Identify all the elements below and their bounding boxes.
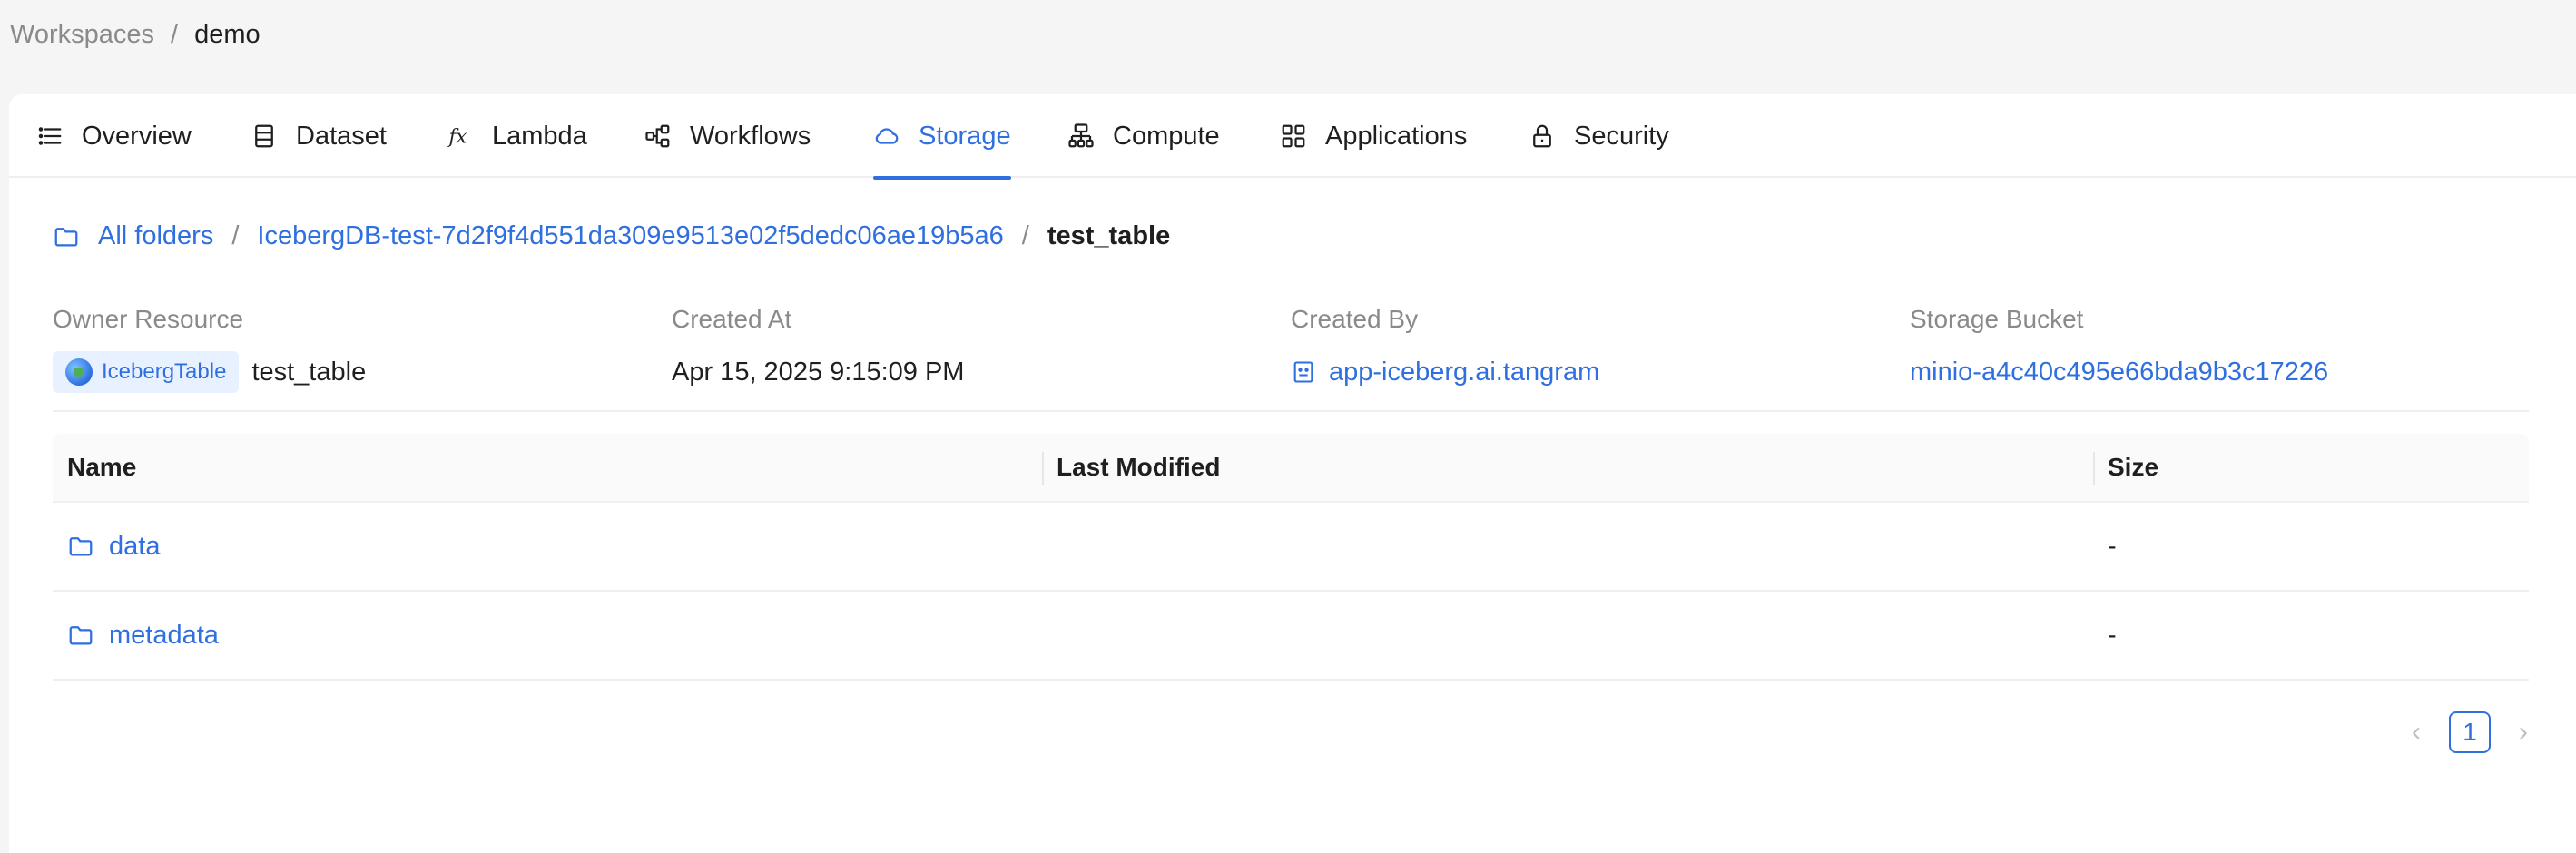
row-last-modified bbox=[1042, 503, 2093, 590]
column-header-name[interactable]: Name bbox=[53, 434, 1042, 501]
tab-label: Lambda bbox=[492, 121, 587, 151]
parent-folder-link[interactable]: IcebergDB-test-7d2f9f4d551da309e9513e02f… bbox=[257, 221, 1003, 251]
section-divider bbox=[53, 410, 2529, 412]
current-folder: test_table bbox=[1047, 221, 1171, 250]
tab-workflows[interactable]: Workflows bbox=[644, 94, 811, 178]
table-row: data - bbox=[53, 503, 2529, 592]
resource-type-label: IcebergTable bbox=[102, 359, 227, 384]
created-by-link[interactable]: app-iceberg.ai.tangram bbox=[1291, 350, 1599, 394]
row-name: metadata bbox=[109, 620, 219, 650]
folder-path-breadcrumb: All folders / IcebergDB-test-7d2f9f4d551… bbox=[53, 221, 1170, 251]
row-size: - bbox=[2108, 620, 2117, 650]
created-at-value: Apr 15, 2025 9:15:09 PM bbox=[672, 357, 965, 387]
created-by-label: Created By bbox=[1291, 305, 1419, 333]
tab-overview[interactable]: Overview bbox=[36, 94, 192, 178]
folder-link-metadata[interactable]: metadata bbox=[53, 592, 1042, 679]
prev-page-button[interactable]: ‹ bbox=[2404, 717, 2429, 747]
next-page-button[interactable]: › bbox=[2511, 717, 2536, 747]
owner-resource-value: test_table bbox=[251, 357, 367, 387]
resource-type-tag: IcebergTable bbox=[53, 351, 240, 393]
files-table: Name Last Modified Size data - metadata bbox=[53, 434, 2529, 681]
path-separator: / bbox=[231, 221, 240, 250]
tab-label: Workflows bbox=[690, 121, 811, 151]
tab-label: Security bbox=[1574, 121, 1669, 151]
tab-applications[interactable]: Applications bbox=[1280, 94, 1467, 178]
all-folders-link[interactable]: All folders bbox=[98, 221, 213, 251]
tab-storage[interactable]: Storage bbox=[873, 94, 1011, 180]
tab-bar: Overview Dataset fx Lambda Workflows Sto… bbox=[9, 94, 2576, 180]
tab-lambda[interactable]: fx Lambda bbox=[447, 94, 587, 178]
globe-icon bbox=[65, 358, 93, 386]
column-header-last-modified[interactable]: Last Modified bbox=[1042, 434, 2093, 501]
created-at-field: Created At Apr 15, 2025 9:15:09 PM bbox=[672, 303, 964, 394]
svg-text:fx: fx bbox=[447, 126, 467, 149]
robot-icon bbox=[1293, 361, 1313, 383]
breadcrumb-separator: / bbox=[171, 20, 179, 49]
tab-label: Overview bbox=[82, 121, 192, 151]
fx-icon: fx bbox=[447, 126, 467, 149]
folder-icon bbox=[54, 227, 78, 246]
tab-security[interactable]: Security bbox=[1529, 94, 1669, 178]
tab-label: Compute bbox=[1113, 121, 1220, 151]
workflow-icon bbox=[645, 124, 670, 148]
storage-bucket-label: Storage Bucket bbox=[1910, 305, 2084, 333]
compute-icon bbox=[1068, 123, 1094, 148]
workspace-panel: Overview Dataset fx Lambda Workflows Sto… bbox=[9, 94, 2576, 853]
storage-bucket-field: Storage Bucket minio-a4c40c495e66bda9b3c… bbox=[1910, 303, 2328, 394]
pagination: ‹ 1 › bbox=[2404, 711, 2536, 753]
breadcrumb-workspaces-link[interactable]: Workspaces bbox=[10, 20, 154, 50]
row-name: data bbox=[109, 531, 161, 561]
column-header-size[interactable]: Size bbox=[2093, 434, 2529, 501]
folder-link-data[interactable]: data bbox=[53, 503, 1042, 590]
tab-label: Dataset bbox=[296, 121, 387, 151]
tab-dataset[interactable]: Dataset bbox=[251, 94, 387, 178]
lock-icon bbox=[1533, 124, 1551, 148]
breadcrumb-current: demo bbox=[194, 20, 261, 49]
created-at-label: Created At bbox=[672, 305, 792, 333]
tab-label: Applications bbox=[1325, 121, 1468, 151]
storage-bucket-link[interactable]: minio-a4c40c495e66bda9b3c17226 bbox=[1910, 350, 2328, 394]
page-1-button[interactable]: 1 bbox=[2449, 711, 2491, 753]
owner-resource-value-row: IcebergTable test_table bbox=[53, 350, 366, 394]
cloud-icon bbox=[875, 128, 899, 144]
owner-resource-label: Owner Resource bbox=[53, 305, 244, 333]
folder-icon bbox=[69, 626, 93, 645]
list-icon bbox=[38, 127, 62, 145]
row-size: - bbox=[2108, 531, 2117, 561]
row-last-modified bbox=[1042, 592, 2093, 679]
folder-icon bbox=[69, 537, 93, 556]
owner-resource-field: Owner Resource IcebergTable test_table bbox=[53, 303, 366, 394]
table-row: metadata - bbox=[53, 592, 2529, 681]
table-header: Name Last Modified Size bbox=[53, 434, 2529, 503]
workspace-breadcrumb: Workspaces / demo bbox=[10, 20, 261, 50]
path-separator: / bbox=[1021, 221, 1029, 250]
apps-icon bbox=[1282, 124, 1305, 148]
tab-compute[interactable]: Compute bbox=[1067, 94, 1220, 178]
dataset-icon bbox=[255, 124, 273, 148]
created-by-value: app-iceberg.ai.tangram bbox=[1329, 357, 1600, 387]
created-by-field: Created By app-iceberg.ai.tangram bbox=[1291, 303, 1599, 394]
tab-label: Storage bbox=[919, 121, 1011, 151]
